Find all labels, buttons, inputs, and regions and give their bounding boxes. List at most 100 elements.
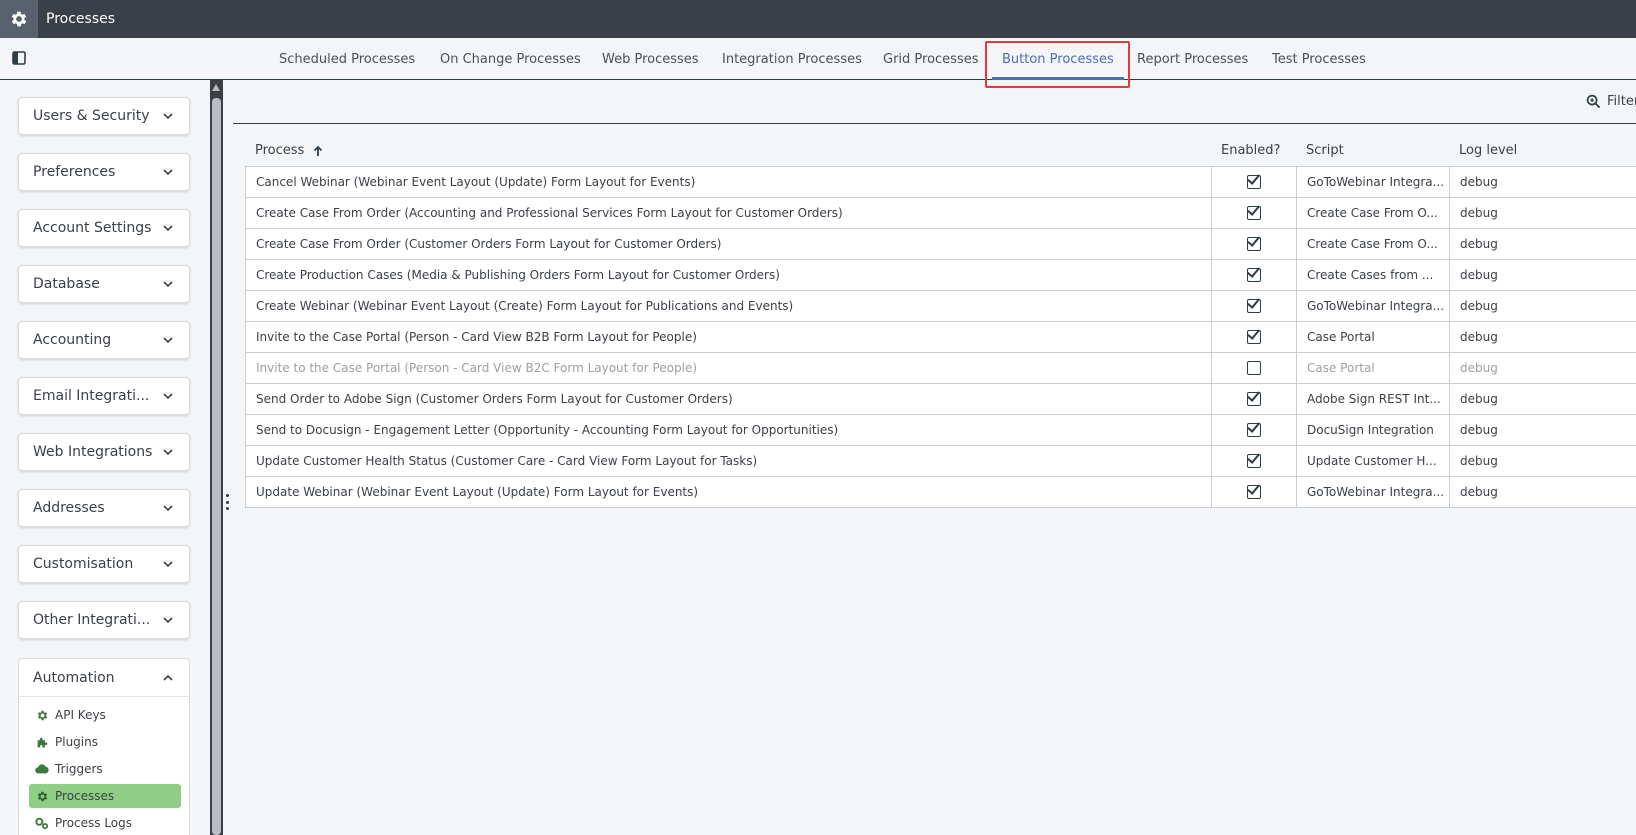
table-row[interactable]: Update Webinar (Webinar Event Layout (Up… <box>245 477 1636 508</box>
sidebar-section-automation: Automation API Keys Plugins Triggers Pro… <box>18 658 190 835</box>
process-name-cell[interactable]: Create Case From Order (Customer Orders … <box>246 229 1212 259</box>
table-row[interactable]: Create Case From Order (Customer Orders … <box>245 229 1636 260</box>
script-cell[interactable]: Create Case From O... <box>1297 198 1450 228</box>
table-row[interactable]: Create Production Cases (Media & Publish… <box>245 260 1636 291</box>
enabled-checkbox[interactable] <box>1247 299 1261 313</box>
column-header-process[interactable]: Process <box>255 143 324 158</box>
process-name-cell[interactable]: Create Case From Order (Accounting and P… <box>246 198 1212 228</box>
script-cell[interactable]: Case Portal <box>1297 322 1450 352</box>
log-level-cell[interactable]: debug <box>1450 260 1636 290</box>
tab-web-processes[interactable]: Web Processes <box>602 52 699 67</box>
panel-toggle-icon[interactable] <box>11 50 27 66</box>
process-name-cell[interactable]: Send Order to Adobe Sign (Customer Order… <box>246 384 1212 414</box>
log-level-cell[interactable]: debug <box>1450 353 1636 383</box>
sidebar-section-other-integrations[interactable]: Other Integrati... <box>18 601 190 639</box>
table-row[interactable]: Update Customer Health Status (Customer … <box>245 446 1636 477</box>
sidebar-section-preferences[interactable]: Preferences <box>18 153 190 191</box>
log-level-cell[interactable]: debug <box>1450 198 1636 228</box>
script-cell[interactable]: GoToWebinar Integra... <box>1297 291 1450 321</box>
sidebar-item-plugins[interactable]: Plugins <box>29 730 181 754</box>
log-level-cell[interactable]: debug <box>1450 291 1636 321</box>
panel-resize-handle[interactable] <box>226 494 230 510</box>
process-name-cell[interactable]: Send to Docusign - Engagement Letter (Op… <box>246 415 1212 445</box>
column-header-enabled[interactable]: Enabled? <box>1221 143 1280 158</box>
sidebar-item-processes[interactable]: Processes <box>29 784 181 808</box>
sidebar-item-api-keys[interactable]: API Keys <box>29 703 181 727</box>
tab-test-processes[interactable]: Test Processes <box>1272 52 1366 67</box>
sidebar-section-account-settings[interactable]: Account Settings <box>18 209 190 247</box>
process-name-cell[interactable]: Cancel Webinar (Webinar Event Layout (Up… <box>246 167 1212 197</box>
script-cell[interactable]: Create Case From O... <box>1297 229 1450 259</box>
log-level-cell[interactable]: debug <box>1450 384 1636 414</box>
enabled-checkbox[interactable] <box>1247 454 1261 468</box>
scroll-up-arrow-icon[interactable] <box>212 84 220 91</box>
sidebar-section-label: Addresses <box>33 500 105 516</box>
sidebar-item-process-logs[interactable]: Process Logs <box>29 811 181 835</box>
enabled-checkbox[interactable] <box>1247 330 1261 344</box>
chevron-down-icon <box>163 393 173 400</box>
enabled-checkbox[interactable] <box>1247 423 1261 437</box>
process-name-cell[interactable]: Update Webinar (Webinar Event Layout (Up… <box>246 477 1212 507</box>
sidebar-section-accounting[interactable]: Accounting <box>18 321 190 359</box>
chevron-down-icon <box>163 617 173 624</box>
enabled-checkbox[interactable] <box>1247 268 1261 282</box>
sidebar-section-web-integrations[interactable]: Web Integrations <box>18 433 190 471</box>
enabled-checkbox[interactable] <box>1247 175 1261 189</box>
table-row[interactable]: Send to Docusign - Engagement Letter (Op… <box>245 415 1636 446</box>
chevron-up-icon <box>163 674 173 681</box>
log-level-cell[interactable]: debug <box>1450 446 1636 476</box>
process-name-cell[interactable]: Invite to the Case Portal (Person - Card… <box>246 353 1212 383</box>
table-row[interactable]: Cancel Webinar (Webinar Event Layout (Up… <box>245 167 1636 198</box>
chevron-down-icon <box>163 337 173 344</box>
script-cell[interactable]: GoToWebinar Integra... <box>1297 167 1450 197</box>
script-cell[interactable]: Update Customer H... <box>1297 446 1450 476</box>
filter-button[interactable]: Filter <box>1586 94 1636 109</box>
log-level-cell[interactable]: debug <box>1450 167 1636 197</box>
tab-report-processes[interactable]: Report Processes <box>1137 52 1248 67</box>
chevron-down-icon <box>163 449 173 456</box>
sidebar-section-automation-header[interactable]: Automation <box>19 659 189 697</box>
sidebar-scrollbar[interactable] <box>210 80 223 835</box>
chevron-down-icon <box>163 169 173 176</box>
sidebar-section-users-security[interactable]: Users & Security <box>18 97 190 135</box>
process-name-cell[interactable]: Create Production Cases (Media & Publish… <box>246 260 1212 290</box>
enabled-checkbox[interactable] <box>1247 361 1261 375</box>
script-cell[interactable]: Adobe Sign REST Int... <box>1297 384 1450 414</box>
log-level-cell[interactable]: debug <box>1450 322 1636 352</box>
script-cell[interactable]: DocuSign Integration <box>1297 415 1450 445</box>
log-level-cell[interactable]: debug <box>1450 415 1636 445</box>
script-cell[interactable]: GoToWebinar Integra... <box>1297 477 1450 507</box>
process-name-cell[interactable]: Invite to the Case Portal (Person - Card… <box>246 322 1212 352</box>
sidebar-section-email-integrations[interactable]: Email Integrati... <box>18 377 190 415</box>
sidebar-item-triggers[interactable]: Triggers <box>29 757 181 781</box>
enabled-checkbox[interactable] <box>1247 485 1261 499</box>
process-name-cell[interactable]: Create Webinar (Webinar Event Layout (Cr… <box>246 291 1212 321</box>
log-level-cell[interactable]: debug <box>1450 229 1636 259</box>
table-row[interactable]: Invite to the Case Portal (Person - Card… <box>245 322 1636 353</box>
column-header-log-level[interactable]: Log level <box>1459 143 1517 158</box>
sidebar-item-label: API Keys <box>55 708 106 722</box>
gear-icon[interactable] <box>0 0 38 38</box>
scrollbar-thumb[interactable] <box>212 98 221 835</box>
tab-button-processes[interactable]: Button Processes <box>1002 52 1114 67</box>
log-level-cell[interactable]: debug <box>1450 477 1636 507</box>
table-row[interactable]: Invite to the Case Portal (Person - Card… <box>245 353 1636 384</box>
sidebar-section-database[interactable]: Database <box>18 265 190 303</box>
column-header-script[interactable]: Script <box>1306 143 1344 158</box>
sidebar-section-label: Accounting <box>33 332 112 348</box>
sidebar-section-addresses[interactable]: Addresses <box>18 489 190 527</box>
enabled-checkbox[interactable] <box>1247 392 1261 406</box>
table-row[interactable]: Send Order to Adobe Sign (Customer Order… <box>245 384 1636 415</box>
table-row[interactable]: Create Case From Order (Accounting and P… <box>245 198 1636 229</box>
tab-on-change-processes[interactable]: On Change Processes <box>440 52 581 67</box>
tab-grid-processes[interactable]: Grid Processes <box>883 52 979 67</box>
script-cell[interactable]: Create Cases from ... <box>1297 260 1450 290</box>
tab-integration-processes[interactable]: Integration Processes <box>722 52 862 67</box>
enabled-checkbox[interactable] <box>1247 206 1261 220</box>
script-cell[interactable]: Case Portal <box>1297 353 1450 383</box>
process-name-cell[interactable]: Update Customer Health Status (Customer … <box>246 446 1212 476</box>
sidebar-section-customisation[interactable]: Customisation <box>18 545 190 583</box>
table-row[interactable]: Create Webinar (Webinar Event Layout (Cr… <box>245 291 1636 322</box>
tab-scheduled-processes[interactable]: Scheduled Processes <box>279 52 415 67</box>
enabled-checkbox[interactable] <box>1247 237 1261 251</box>
